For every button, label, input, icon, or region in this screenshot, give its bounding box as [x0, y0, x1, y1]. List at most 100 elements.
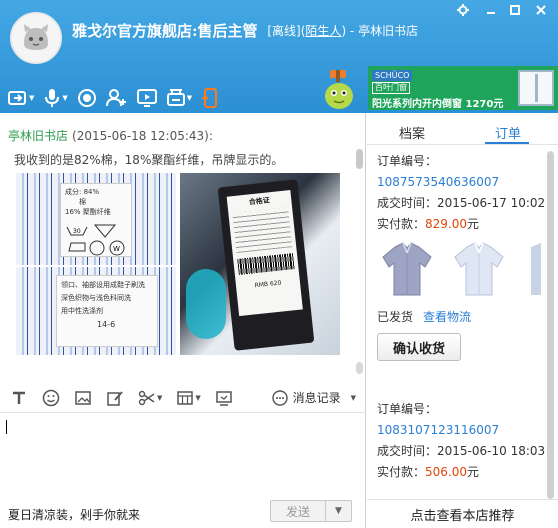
chevron-down-icon: ▼ — [157, 393, 163, 402]
care-label: 成分: 84% 棉 16% 聚酯纤维 30 W — [60, 183, 132, 257]
message-header: 亭林旧书店 (2015-06-18 12:05:43): — [8, 127, 213, 144]
chat-window-header: 雅戈尔官方旗舰店:售后主管 [离线](陌生人) - 亭林旧书店 ▼ ▼ ▼ SC… — [0, 0, 558, 113]
add-contact-icon — [105, 88, 128, 108]
ad-banner[interactable]: SCHÜCO 百叶门窗 阳光系列内开内倒窗 1270元 — [368, 66, 558, 110]
font-icon[interactable] — [10, 389, 28, 407]
paid-label: 实付款： — [377, 217, 426, 231]
calculator-icon[interactable]: ▼ — [176, 389, 201, 407]
add-contact-button[interactable] — [105, 88, 128, 108]
paid-label: 实付款： — [377, 465, 426, 479]
edit-icon[interactable] — [106, 389, 124, 407]
qualification-card: 合格证 RMB 620 — [226, 190, 303, 317]
minimize-icon[interactable] — [480, 4, 502, 20]
video-button[interactable] — [77, 88, 97, 108]
order-id-label: 订单编号： — [377, 154, 438, 168]
camera-icon — [77, 88, 97, 108]
order-time: 2015-06-17 10:02 — [437, 196, 546, 210]
shipping-status: 已发货 — [377, 310, 414, 324]
message-input[interactable] — [0, 414, 366, 498]
mascot-icon[interactable] — [322, 70, 356, 110]
customer-info-panel: 档案 订单 订单编号： 1087573540636007 成交时间：2015-0… — [367, 113, 558, 528]
remote-assist-button[interactable] — [136, 88, 157, 108]
status-close: ) - 亭林旧书店 — [341, 24, 419, 38]
history-label: 消息记录 — [292, 391, 341, 405]
tab-orders[interactable]: 订单 — [495, 123, 521, 142]
product-shirt-image[interactable] — [449, 239, 509, 299]
black-tag: 合格证 RMB 620 — [217, 179, 315, 351]
voice-button[interactable]: ▼ — [43, 88, 68, 108]
panel-tabs: 档案 订单 — [367, 113, 558, 145]
message-scrollbar-thumb[interactable] — [356, 149, 363, 169]
chevron-down-icon: ▼ — [29, 94, 35, 102]
view-logistics-link[interactable]: 查看物流 — [423, 310, 471, 324]
price-tag-photo[interactable]: 合格证 RMB 620 — [180, 173, 340, 355]
barcode — [237, 253, 295, 275]
order-id-link[interactable]: 1083107123116007 — [377, 420, 547, 441]
qualification-title: 合格证 — [248, 196, 271, 207]
chevron-down-icon: ▼ — [350, 393, 356, 402]
order-paid-row: 实付款：829.00元 — [377, 214, 547, 235]
order-card: 订单编号： 1083107123116007 成交时间：2015-06-10 1… — [377, 399, 547, 483]
scissors-icon[interactable]: ▼ — [138, 389, 162, 407]
wash-label-line: 14-6 — [97, 320, 116, 329]
confirm-receipt-button[interactable]: 确认收货 — [377, 333, 461, 361]
transfer-file-icon — [166, 88, 186, 108]
close-icon[interactable] — [530, 4, 552, 20]
order-time-label: 成交时间： — [377, 196, 438, 210]
contact-avatar[interactable] — [10, 12, 62, 64]
tag-price: RMB 620 — [254, 279, 282, 290]
label-photo-composition[interactable]: 成分: 84% 棉 16% 聚酯纤维 30 W — [16, 173, 176, 265]
screen-share-button[interactable]: ▼ — [8, 89, 34, 107]
message-history[interactable]: 亭林旧书店 (2015-06-18 12:05:43): 我收到的是82%棉，18… — [0, 113, 366, 380]
wash-label-line: 用中性洗涤剂 — [61, 307, 103, 315]
emoji-icon[interactable] — [42, 389, 60, 407]
maximize-icon[interactable] — [504, 4, 526, 20]
message-text: 我收到的是82%棉，18%聚酯纤维，吊牌显示的。 — [14, 153, 284, 167]
order-paid-row: 实付款：506.00元 — [377, 462, 547, 483]
send-options-button[interactable]: ▼ — [326, 500, 352, 522]
order-id-label: 订单编号： — [377, 402, 438, 416]
order-amount: 506.00 — [425, 465, 468, 479]
stranger-link[interactable]: 陌生人 — [305, 24, 341, 38]
send-button[interactable]: 发送 — [270, 500, 326, 522]
screen-share-icon — [8, 89, 28, 107]
order-card: 订单编号： 1087573540636007 成交时间：2015-06-17 1… — [377, 151, 547, 361]
window-product-image — [518, 70, 554, 106]
chat-title: 雅戈尔官方旗舰店:售后主管 [离线](陌生人) - 亭林旧书店 — [72, 20, 418, 41]
chat-footer: 夏日清凉装，剁手你就来 发送 ▼ — [0, 498, 366, 528]
wash-label: 领口、袖部设用成鞋子刷洗 深色织物与浅色科同洗 用中性洗涤剂 14-6 — [56, 275, 158, 347]
chevron-down-icon: ▼ — [186, 94, 193, 102]
transfer-file-button[interactable]: ▼ — [166, 88, 192, 108]
product-shirt-image[interactable] — [377, 239, 437, 299]
gear-icon[interactable] — [452, 4, 474, 20]
wash-instruction-photo[interactable]: 领口、袖部设用成鞋子刷洗 深色织物与浅色科同洗 用中性洗涤剂 14-6 — [16, 267, 176, 355]
order-time-row: 成交时间：2015-06-17 10:02 — [377, 193, 547, 214]
wash-label-line: 领口、袖部设用成鞋子刷洗 — [61, 281, 145, 289]
tab-profile[interactable]: 档案 — [399, 123, 425, 142]
chevron-down-icon: ▼ — [335, 506, 342, 516]
store-recommendations-link[interactable]: 点击查看本店推荐 — [367, 499, 558, 528]
screen-record-icon[interactable] — [215, 389, 233, 407]
shipping-row: 已发货 查看物流 — [377, 307, 547, 327]
svg-text:W: W — [113, 245, 120, 253]
status-open: [离线]( — [267, 24, 306, 38]
panel-scrollbar-thumb[interactable] — [547, 151, 554, 499]
tag-string-decoration — [186, 269, 226, 339]
order-time-row: 成交时间：2015-06-10 18:03 — [377, 441, 547, 462]
order-id-link[interactable]: 1087573540636007 — [377, 172, 547, 193]
chevron-down-icon: ▼ — [195, 393, 201, 402]
mobile-button[interactable] — [201, 88, 219, 108]
wash-label-line: 深色织物与浅色科同洗 — [61, 294, 131, 302]
chat-toolbar: ▼ ▼ ▼ — [8, 86, 228, 110]
message-history-button[interactable]: 消息记录 ▼ — [271, 389, 356, 406]
image-icon[interactable] — [74, 389, 92, 407]
text-cursor — [6, 420, 7, 434]
chat-bubble-icon — [271, 389, 288, 406]
active-tab-indicator — [485, 142, 529, 144]
microphone-icon — [43, 88, 61, 108]
remote-assist-icon — [136, 88, 157, 108]
order-amount: 829.00 — [425, 217, 468, 231]
message-scrollbar-thumb[interactable] — [356, 362, 363, 374]
care-label-line: 16% 聚酯纤维 — [65, 208, 111, 216]
product-shirt-image[interactable] — [521, 239, 541, 299]
